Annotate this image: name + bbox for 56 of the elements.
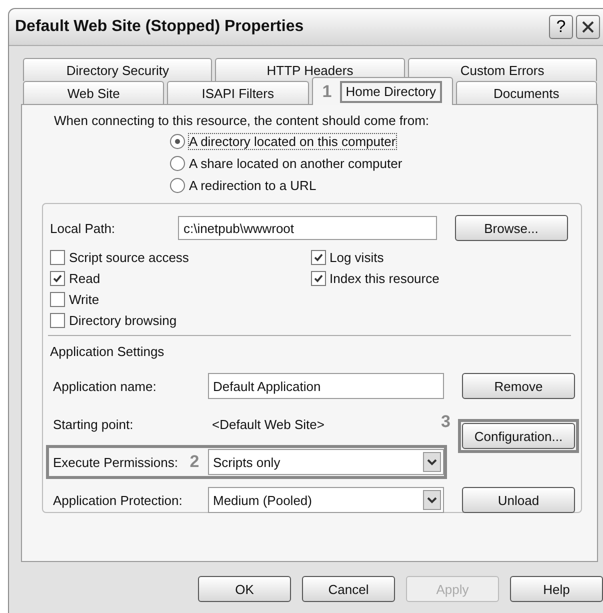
checkbox[interactable] (310, 271, 326, 286)
checkbox-label[interactable]: Directory browsing (69, 313, 177, 328)
checkbox[interactable] (310, 250, 326, 265)
field-label: Starting point: (53, 416, 134, 432)
field-label: Application name: (53, 378, 158, 394)
field-value: <Default Web Site> (211, 416, 326, 434)
checkbox-label[interactable]: Write (69, 292, 100, 307)
dialog-button[interactable]: Unload (462, 487, 575, 513)
dropdown[interactable]: Medium (Pooled) (208, 487, 444, 513)
close-icon (581, 20, 595, 34)
dialog-button[interactable]: Remove (462, 373, 575, 399)
radio-label[interactable]: A share located on another computer (189, 156, 402, 171)
radio-label[interactable]: A directory located on this computer (189, 134, 396, 149)
checkbox-label[interactable]: Log visits (330, 250, 384, 265)
radio-button[interactable] (170, 156, 185, 171)
section-heading: Application Settings (50, 344, 166, 359)
checkbox[interactable] (50, 313, 65, 328)
path-field[interactable]: c:\inetpub\wwwroot (178, 216, 438, 240)
tab[interactable]: Web Site (23, 81, 164, 104)
tab[interactable]: HTTP Headers (215, 58, 405, 81)
tab[interactable]: Custom Errors (408, 58, 597, 81)
checkbox-label[interactable]: Script source access (69, 250, 189, 265)
dialog-button[interactable]: OK (198, 576, 291, 602)
tab[interactable]: Documents (456, 81, 597, 104)
dialog-button[interactable]: Configuration... (462, 423, 575, 449)
dropdown[interactable]: Scripts only (208, 449, 444, 475)
check-icon (312, 252, 324, 263)
tab[interactable]: 1 Home Directory (312, 77, 453, 105)
field-label: Execute Permissions: (53, 454, 179, 470)
field-label: Local Path: (50, 220, 116, 236)
chevron-down-icon (423, 490, 441, 510)
window-title: Default Web Site (Stopped) Properties (15, 18, 305, 36)
tab[interactable]: ISAPI Filters (167, 81, 308, 104)
prompt-text: When connecting to this resource, the content should come from: (54, 113, 430, 128)
check-icon (52, 273, 63, 284)
radio-label[interactable]: A redirection to a URL (189, 178, 316, 193)
chevron-down-icon (423, 452, 441, 472)
dialog-button[interactable]: Cancel (302, 576, 395, 602)
check-icon (312, 273, 324, 284)
radio-button[interactable] (170, 178, 185, 193)
callout-number: 1 (322, 82, 332, 102)
field-label: Application Protection: (53, 492, 184, 508)
dialog-button[interactable]: Help (510, 576, 603, 602)
help-button[interactable]: ? (549, 15, 573, 39)
callout-number: 3 (441, 412, 450, 432)
text-field[interactable]: Default Application (208, 373, 444, 399)
checkbox[interactable] (50, 271, 65, 286)
checkbox-label[interactable]: Read (69, 271, 100, 286)
close-button[interactable] (576, 15, 600, 39)
tab[interactable]: Directory Security (23, 58, 212, 81)
radio-button[interactable] (170, 134, 185, 149)
browse-button[interactable]: Browse... (454, 215, 568, 241)
checkbox[interactable] (50, 292, 65, 307)
checkbox-label[interactable]: Index this resource (330, 271, 440, 286)
checkbox[interactable] (50, 250, 65, 265)
callout-number: 2 (188, 452, 200, 472)
